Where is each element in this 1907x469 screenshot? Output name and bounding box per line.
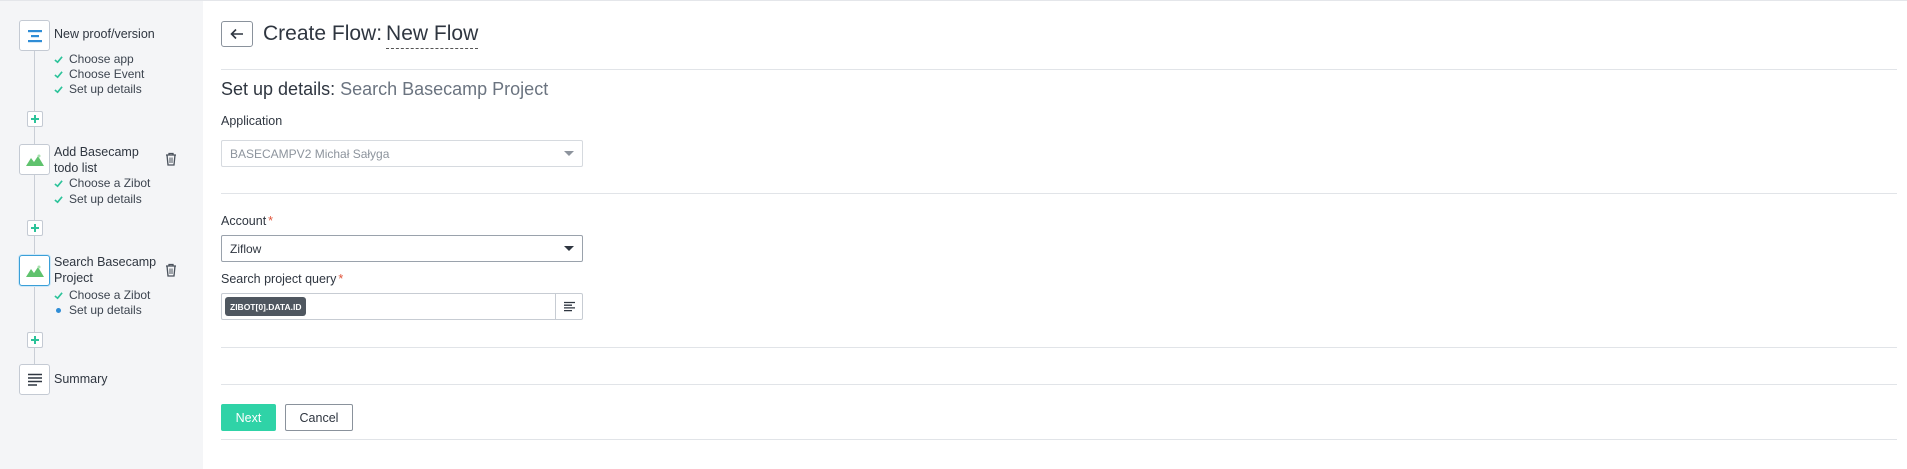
- divider: [221, 69, 1897, 70]
- check-icon: [54, 55, 63, 63]
- account-label-text: Account: [221, 214, 267, 228]
- substep-label: Choose a Zibot: [69, 176, 151, 190]
- flow-steps-sidebar: New proof/version Choose app Choose Even…: [0, 0, 203, 469]
- substep-choose-zibot[interactable]: Choose a Zibot: [54, 176, 150, 190]
- step-title-summary[interactable]: Summary: [54, 372, 164, 388]
- step-add-todo-icon-box[interactable]: [19, 144, 50, 175]
- substep-label: Set up details: [69, 303, 142, 317]
- search-project-query-input[interactable]: ZIBOT[0].DATA.ID: [221, 293, 583, 320]
- chevron-down-icon: [564, 151, 574, 156]
- application-value: BASECAMPV2 Michał Sałyga: [230, 146, 390, 161]
- substep-label: Set up details: [69, 82, 142, 96]
- substep-set-up-details[interactable]: Set up details: [54, 192, 142, 206]
- substep-label: Choose a Zibot: [69, 288, 151, 302]
- query-variable-tag[interactable]: ZIBOT[0].DATA.ID: [225, 297, 307, 316]
- flow-name-editable[interactable]: New Flow: [386, 22, 479, 49]
- substep-label: Choose Event: [69, 67, 145, 81]
- add-step-button[interactable]: [27, 111, 43, 127]
- substep-set-up-details[interactable]: Set up details: [54, 82, 142, 96]
- add-step-button[interactable]: [27, 220, 43, 236]
- substep-choose-event[interactable]: Choose Event: [54, 67, 144, 81]
- application-label: Application: [221, 114, 283, 128]
- text-align-icon: [563, 301, 575, 312]
- section-title-prefix: Set up details:: [221, 79, 336, 99]
- page-title: Create Flow: New Flow: [263, 22, 479, 49]
- check-icon: [54, 291, 63, 299]
- divider: [221, 193, 1897, 194]
- check-icon: [54, 70, 63, 78]
- substep-choose-app[interactable]: Choose app: [54, 52, 134, 66]
- arrow-left-icon: [230, 28, 243, 40]
- cancel-button[interactable]: Cancel: [285, 404, 353, 431]
- step-new-proof-icon-box[interactable]: [19, 20, 50, 51]
- divider: [221, 439, 1897, 440]
- add-step-button[interactable]: [27, 332, 43, 348]
- trash-icon[interactable]: [165, 263, 177, 277]
- application-select: BASECAMPV2 Michał Sałyga: [221, 140, 583, 167]
- required-marker: *: [338, 272, 344, 286]
- section-title: Set up details: Search Basecamp Project: [221, 79, 548, 100]
- step-title-new-proof[interactable]: New proof/version: [54, 27, 164, 43]
- chevron-down-icon: [564, 246, 574, 251]
- basecamp-icon: [25, 265, 44, 277]
- substep-label: Set up details: [69, 192, 142, 206]
- main-panel: Create Flow: New Flow Set up details: Se…: [203, 0, 1907, 469]
- back-button[interactable]: [221, 21, 253, 47]
- check-icon: [54, 179, 63, 187]
- check-icon: [54, 195, 63, 203]
- query-label-text: Search project query: [221, 272, 337, 286]
- query-label: Search project query *: [221, 272, 343, 286]
- step-title-search-basecamp-project[interactable]: Search Basecamp Project: [54, 255, 164, 286]
- divider: [221, 384, 1897, 385]
- step-title-add-basecamp-todo[interactable]: Add Basecamp todo list: [54, 145, 164, 176]
- divider: [221, 347, 1897, 348]
- substep-label: Choose app: [69, 52, 134, 66]
- account-value: Ziflow: [230, 241, 262, 256]
- plus-icon: [31, 224, 39, 232]
- required-marker: *: [268, 214, 274, 228]
- account-label: Account *: [221, 214, 273, 228]
- next-button[interactable]: Next: [221, 404, 276, 431]
- summary-lines-icon: [27, 373, 42, 386]
- substep-set-up-details-current[interactable]: Set up details: [54, 303, 142, 317]
- ziflow-logo-icon: [27, 29, 42, 42]
- account-select[interactable]: Ziflow: [221, 235, 583, 262]
- current-step-dot-icon: [56, 307, 61, 313]
- substep-choose-zibot[interactable]: Choose a Zibot: [54, 288, 150, 302]
- plus-icon: [31, 336, 39, 344]
- basecamp-icon: [25, 154, 44, 166]
- step-search-project-icon-box[interactable]: [19, 255, 50, 286]
- section-title-subject: Search Basecamp Project: [340, 79, 549, 99]
- insert-field-button[interactable]: [555, 294, 582, 319]
- trash-icon[interactable]: [165, 152, 177, 166]
- plus-icon: [31, 115, 39, 123]
- check-icon: [54, 85, 63, 93]
- page-title-prefix: Create Flow:: [263, 22, 383, 45]
- step-summary-icon-box[interactable]: [19, 364, 50, 395]
